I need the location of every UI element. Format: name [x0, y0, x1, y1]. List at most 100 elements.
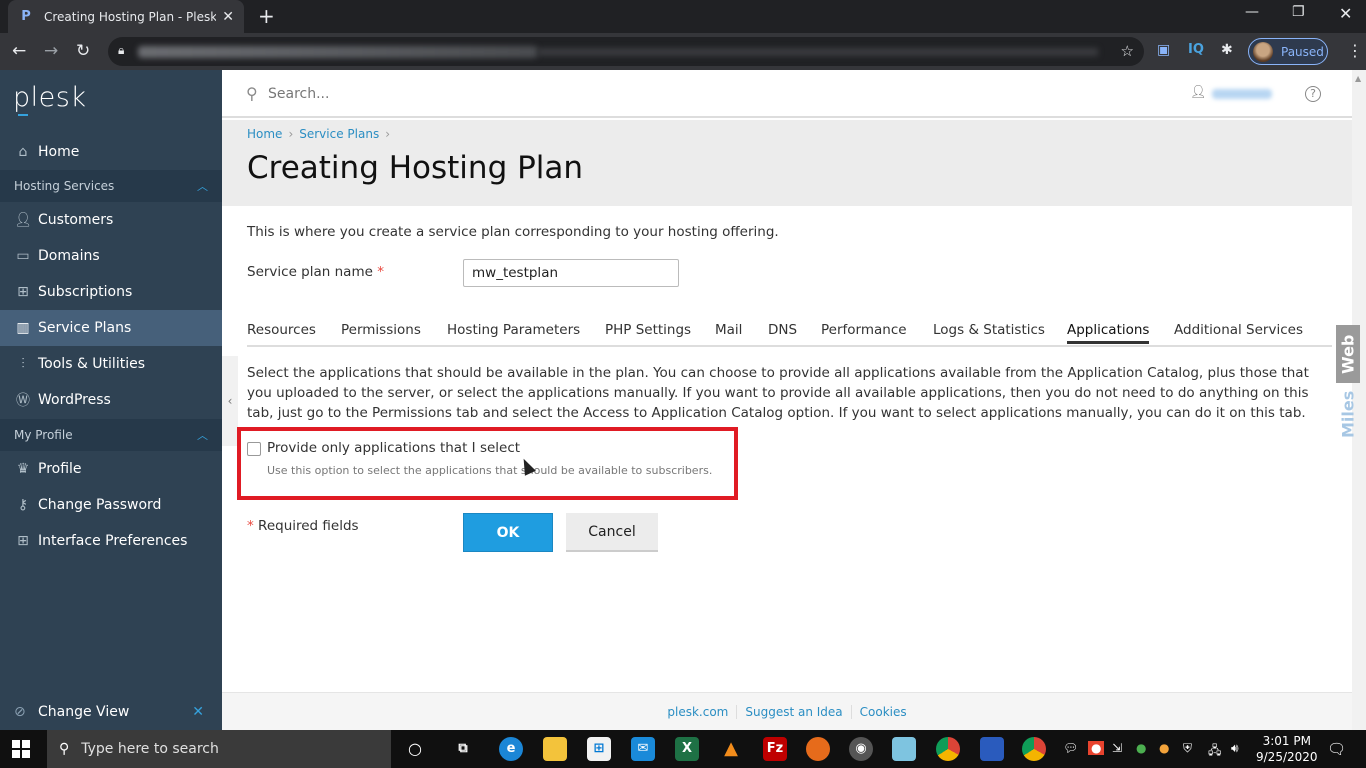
sidebar-item-service-plans[interactable]: ▥ Service Plans: [0, 310, 222, 346]
reload-button[interactable]: ↻: [76, 41, 90, 61]
iq-icon[interactable]: IQ: [1188, 42, 1204, 57]
checkbox-label[interactable]: Provide only applications that I select: [267, 440, 520, 456]
store-icon[interactable]: ⊞: [587, 737, 611, 761]
back-button[interactable]: ←: [12, 41, 26, 61]
required-fields-note: * Required fields: [247, 518, 359, 534]
profile-button[interactable]: Paused: [1248, 38, 1328, 65]
page-header: Home › Service Plans › Creating Hosting Pla…: [222, 120, 1352, 206]
tab-logs-statistics[interactable]: Logs & Statistics: [933, 322, 1045, 338]
tab-hosting-parameters[interactable]: Hosting Parameters: [447, 322, 580, 338]
sidebar-group-hosting-services[interactable]: Hosting Services ︿: [0, 170, 222, 202]
excel-icon[interactable]: X: [675, 737, 699, 761]
tab-dns[interactable]: DNS: [768, 322, 797, 338]
sidebar-item-tools-utilities[interactable]: ⫶ Tools & Utilities: [0, 346, 222, 382]
chat-tray-icon[interactable]: 💬︎: [1063, 741, 1078, 755]
puzzle-icon[interactable]: ✱: [1221, 42, 1233, 58]
minimize-button[interactable]: —: [1245, 4, 1259, 20]
chrome-tray-icon[interactable]: ●: [1136, 741, 1146, 755]
help-icon[interactable]: ?: [1305, 86, 1321, 102]
sidebar-item-domains[interactable]: ▭ Domains: [0, 238, 222, 274]
browser-menu-icon[interactable]: ⋮: [1347, 41, 1363, 60]
cortana-icon[interactable]: ○: [403, 737, 427, 761]
ok-button[interactable]: OK: [463, 513, 553, 552]
tab-permissions[interactable]: Permissions: [341, 322, 421, 338]
intro-text: This is where you create a service plan …: [247, 224, 779, 240]
breadcrumb-service-plans[interactable]: Service Plans: [299, 127, 379, 141]
layout-icon: ⊞: [17, 533, 29, 549]
sidebar-item-interface-preferences[interactable]: ⊞ Interface Preferences: [0, 523, 222, 559]
blurred-username[interactable]: [1212, 89, 1272, 99]
chrome-profile-icon[interactable]: [936, 737, 960, 761]
sidebar-item-home[interactable]: ⌂ Home: [0, 134, 222, 170]
collapse-sidebar-handle[interactable]: ‹: [222, 356, 238, 446]
tab-resources[interactable]: Resources: [247, 322, 316, 338]
security-tray-icon[interactable]: ⛨: [1183, 741, 1192, 756]
network-share-tray-icon[interactable]: ⇲: [1112, 741, 1122, 755]
sidebar-item-wordpress[interactable]: Ⓦ WordPress: [0, 382, 222, 418]
address-bar[interactable]: 🔒︎ ☆: [108, 37, 1144, 66]
lock-icon: 🔒︎: [118, 43, 125, 57]
tab-applications[interactable]: Applications: [1067, 322, 1150, 344]
close-window-button[interactable]: ✕: [1339, 4, 1352, 23]
edge-icon[interactable]: e: [499, 737, 523, 761]
restore-button[interactable]: ❐: [1292, 4, 1305, 20]
chrome-icon[interactable]: [1022, 737, 1046, 761]
close-tab-icon[interactable]: ✕: [222, 9, 234, 25]
footer-link-plesk[interactable]: plesk.com: [659, 705, 736, 719]
tab-additional-services[interactable]: Additional Services: [1174, 322, 1303, 338]
sidebar-item-subscriptions[interactable]: ⊞ Subscriptions: [0, 274, 222, 310]
sidebar-group-my-profile[interactable]: My Profile ︿: [0, 419, 222, 451]
provide-only-selected-checkbox[interactable]: [247, 442, 261, 456]
grid-icon: ⊞: [17, 284, 29, 300]
recorder-tray-icon[interactable]: ●: [1088, 741, 1105, 755]
sidebar-item-change-password[interactable]: ⚷ Change Password: [0, 487, 222, 523]
cancel-button[interactable]: Cancel: [566, 513, 658, 552]
browser-tab[interactable]: P Creating Hosting Plan - Plesk Ob ✕: [8, 0, 244, 33]
wordpress-icon: Ⓦ: [16, 393, 30, 409]
plesk-favicon-icon: P: [21, 8, 31, 24]
network-icon[interactable]: 🖧︎: [1208, 741, 1221, 762]
firefox-icon[interactable]: [806, 737, 830, 761]
screen-recorder-taskbar-icon[interactable]: [980, 737, 1004, 761]
sidebar-item-profile[interactable]: ♛ Profile: [0, 451, 222, 487]
close-icon[interactable]: ✕: [192, 704, 204, 720]
form-content: This is where you create a service plan …: [222, 206, 1352, 692]
breadcrumb-home[interactable]: Home: [247, 127, 282, 141]
system-clock[interactable]: 3:01 PM 9/25/2020: [1256, 733, 1318, 765]
task-view-icon[interactable]: ⧉: [451, 737, 475, 761]
windows-taskbar: ⚲ Type here to search ○ ⧉ e ⊞ ✉ X ▲ Fz ◉…: [0, 730, 1366, 768]
search-icon: ⚲: [59, 741, 70, 757]
tab-php-settings[interactable]: PHP Settings: [605, 322, 691, 338]
bookmark-star-icon[interactable]: ☆: [1121, 42, 1134, 60]
screen-recorder-icon[interactable]: ▣: [1157, 42, 1170, 58]
footer-link-cookies[interactable]: Cookies: [852, 705, 915, 719]
vpn-tray-icon[interactable]: ●: [1159, 741, 1169, 755]
taskbar-search[interactable]: ⚲ Type here to search: [47, 730, 391, 768]
vlc-icon[interactable]: ▲: [719, 737, 743, 761]
chevron-left-icon: ‹: [227, 394, 233, 408]
footer-link-suggest-idea[interactable]: Suggest an Idea: [737, 705, 850, 719]
profile-status: Paused: [1281, 44, 1324, 59]
applications-description: Select the applications that should be a…: [247, 365, 1309, 421]
sidebar-item-customers[interactable]: 👤︎ Customers: [0, 202, 222, 238]
plan-name-input[interactable]: [463, 259, 679, 287]
tab-performance[interactable]: Performance: [821, 322, 907, 338]
forward-button[interactable]: →: [44, 41, 58, 61]
mail-icon[interactable]: ✉: [631, 737, 655, 761]
change-view-button[interactable]: ⊘ Change View ✕: [0, 694, 222, 730]
media-player-icon[interactable]: ◉: [849, 737, 873, 761]
tab-title: Creating Hosting Plan - Plesk Ob: [44, 9, 217, 24]
windows-start-icon[interactable]: [12, 740, 30, 758]
notepad-icon[interactable]: [892, 737, 916, 761]
filezilla-icon[interactable]: Fz: [763, 737, 787, 761]
plesk-logo[interactable]: plesk: [13, 82, 86, 113]
user-icon[interactable]: 👤︎: [1190, 85, 1207, 100]
search-input[interactable]: [268, 82, 668, 106]
notifications-icon[interactable]: 🗨︎: [1327, 740, 1346, 758]
page-title: Creating Hosting Plan: [247, 150, 584, 186]
tab-mail[interactable]: Mail: [715, 322, 742, 338]
scroll-up-arrow-icon[interactable]: ▲: [1355, 74, 1361, 83]
volume-icon[interactable]: 🔊︎: [1231, 741, 1239, 756]
file-explorer-icon[interactable]: [543, 737, 567, 761]
new-tab-button[interactable]: +: [258, 4, 275, 28]
